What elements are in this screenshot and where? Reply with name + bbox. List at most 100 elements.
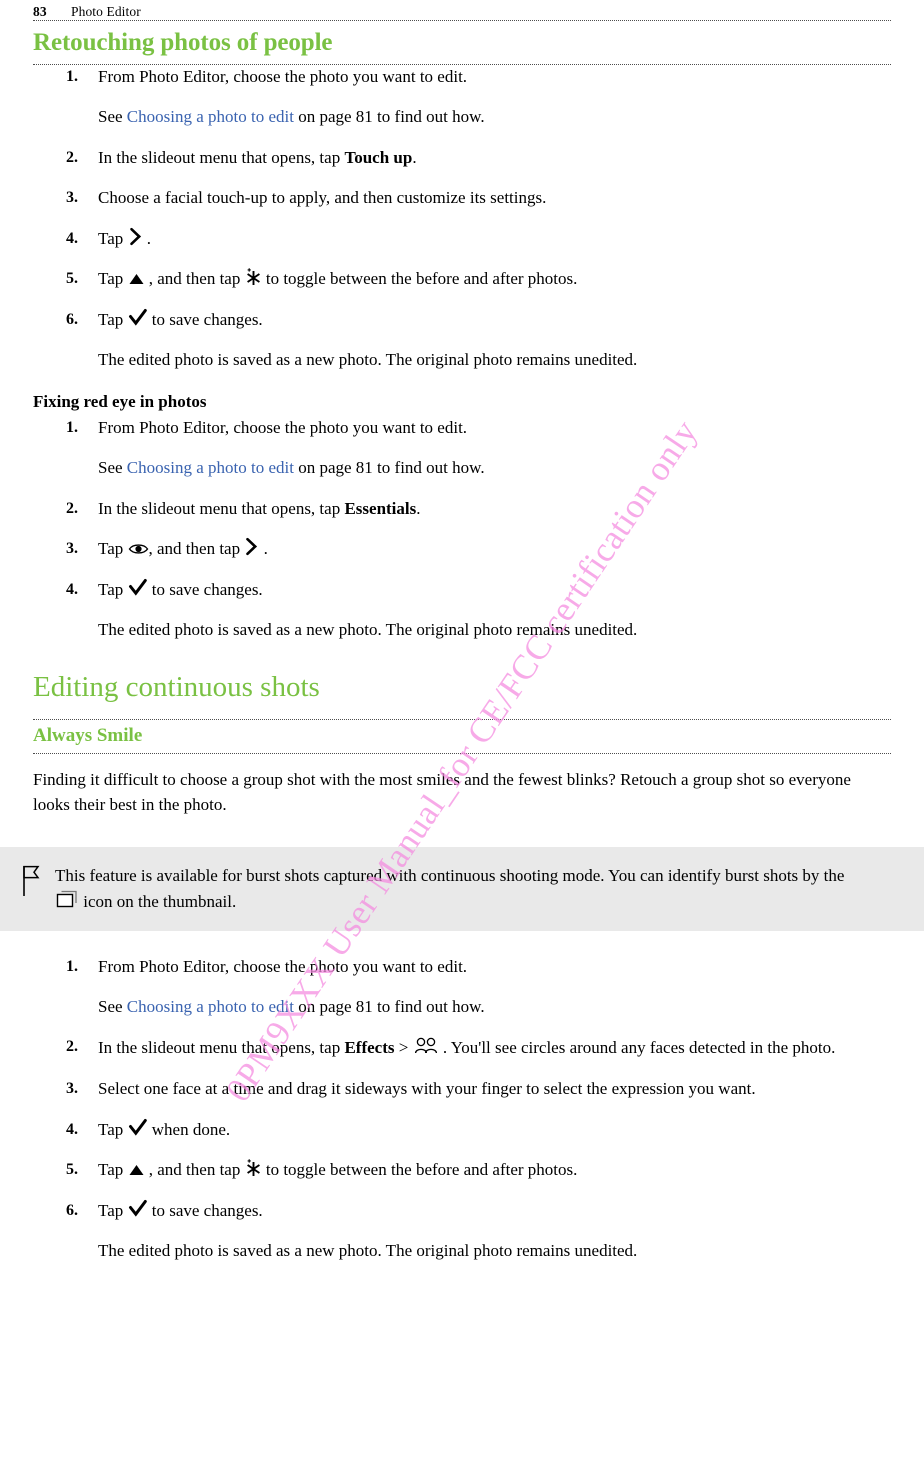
step-text: Choose a facial touch-up to apply, and t… [98, 188, 547, 208]
step-number: 4. [66, 229, 78, 247]
link-choosing-a-photo-to-edit[interactable]: Choosing a photo to edit [127, 458, 294, 477]
substep-suffix: on page 81 to find out how. [293, 996, 485, 1016]
list-item: 1. From Photo Editor, choose the photo y… [66, 65, 891, 129]
step-text: Tap [98, 539, 128, 559]
burst-shot-icon [55, 889, 79, 909]
page-number: 83 [33, 4, 47, 19]
list-item: 2. In the slideout menu that opens, tap … [66, 1035, 891, 1061]
page-content-lower: 1. From Photo Editor, choose the photo y… [0, 931, 924, 1263]
step-substep: The edited photo is saved as a new photo… [98, 1240, 638, 1260]
step-number: 4. [66, 580, 78, 598]
step-text: Select one face at a time and drag it si… [98, 1079, 756, 1099]
step-number: 2. [66, 148, 78, 166]
ui-label-effects: Effects [344, 1038, 395, 1058]
step-text-suffix: . [412, 147, 417, 167]
step-text-suffix: . [142, 228, 151, 248]
list-item: 6. Tap to save changes. The edited photo… [66, 1199, 891, 1263]
flag-icon [22, 865, 42, 902]
step-number: 3. [66, 1080, 78, 1098]
step-text: Tap [98, 1201, 128, 1221]
triangle-up-icon [128, 272, 145, 286]
step-text-suffix: . [416, 498, 421, 518]
substep-prefix: See [98, 996, 127, 1016]
step-substep: See Choosing a photo to edit on page 81 … [98, 980, 891, 1020]
step-number: 1. [66, 68, 78, 86]
list-item: 5. Tap , and then tap to toggle between … [66, 267, 891, 292]
note-callout-box: This feature is available for burst shot… [0, 846, 924, 932]
step-text: Tap [98, 1119, 128, 1139]
list-item: 4. Tap when done. [66, 1118, 891, 1143]
list-item: 5. Tap , and then tap to toggle between … [66, 1158, 891, 1183]
step-text: Tap [98, 579, 128, 599]
step-number: 3. [66, 540, 78, 558]
check-icon [128, 308, 148, 327]
step-number: 3. [66, 189, 78, 207]
step-text-mid: , and then tap [144, 1160, 245, 1180]
page-header: 83 Photo Editor [0, 0, 924, 20]
redeye-steps-list: 1. From Photo Editor, choose the photo y… [33, 416, 891, 642]
step-text: From Photo Editor, choose the photo you … [98, 957, 468, 977]
retouching-steps-list: 1. From Photo Editor, choose the photo y… [33, 65, 891, 372]
sparkle-icon [245, 267, 262, 286]
step-text: From Photo Editor, choose the photo you … [98, 67, 468, 87]
substep-suffix: on page 81 to find out how. [293, 106, 485, 126]
step-text-suffix: to save changes. [147, 310, 263, 330]
sparkle-icon [245, 1158, 262, 1177]
eye-icon [128, 542, 149, 556]
list-item: 2. In the slideout menu that opens, tap … [66, 497, 891, 522]
list-item: 6. Tap to save changes. The edited photo… [66, 308, 891, 372]
step-text: From Photo Editor, choose the photo you … [98, 418, 468, 438]
list-item: 3. Choose a facial touch-up to apply, an… [66, 186, 891, 211]
step-substep: The edited photo is saved as a new photo… [98, 619, 638, 639]
heading-retouching-photos: Retouching photos of people [33, 29, 333, 56]
step-text: Tap [98, 1160, 128, 1180]
step-text-mid: , and then tap [144, 269, 245, 289]
step-text-mid: > [394, 1038, 413, 1058]
step-text-suffix: . You'll see circles around any faces de… [438, 1038, 836, 1058]
substep-prefix: See [98, 458, 127, 478]
substep-suffix: on page 81 to find out how. [293, 458, 485, 478]
always-smile-steps-list: 1. From Photo Editor, choose the photo y… [33, 931, 891, 1263]
step-substep: See Choosing a photo to edit on page 81 … [98, 90, 891, 130]
link-choosing-a-photo-to-edit[interactable]: Choosing a photo to edit [127, 997, 294, 1016]
substep-prefix: See [98, 106, 127, 126]
check-icon [128, 1199, 148, 1218]
step-number: 2. [66, 1038, 78, 1056]
check-icon [128, 1118, 148, 1137]
step-text: In the slideout menu that opens, tap [98, 498, 345, 518]
step-text: Tap [98, 310, 128, 330]
faces-icon [413, 1035, 439, 1055]
chevron-right-icon [128, 227, 143, 246]
step-text-suffix: to toggle between the before and after p… [261, 269, 578, 289]
ui-label-touch-up: Touch up [344, 147, 413, 167]
note-text-suffix: icon on the thumbnail. [79, 891, 237, 911]
triangle-up-icon [128, 1163, 145, 1177]
step-number: 6. [66, 1202, 78, 1220]
list-item: 4. Tap . [66, 227, 891, 252]
step-number: 1. [66, 958, 78, 976]
link-choosing-a-photo-to-edit[interactable]: Choosing a photo to edit [127, 107, 294, 126]
step-number: 5. [66, 270, 78, 288]
list-item: 2. In the slideout menu that opens, tap … [66, 146, 891, 171]
step-number: 1. [66, 419, 78, 437]
note-text-prefix: This feature is available for burst shot… [55, 865, 845, 885]
note-text: This feature is available for burst shot… [55, 863, 864, 916]
step-text: Tap [98, 228, 128, 248]
heading-always-smile: Always Smile [33, 724, 143, 746]
step-text-suffix: to save changes. [147, 579, 263, 599]
list-item: 3. Tap , and then tap . [66, 537, 891, 562]
chevron-right-icon [244, 537, 259, 556]
step-substep: See Choosing a photo to edit on page 81 … [98, 441, 891, 481]
step-text-suffix: when done. [147, 1119, 231, 1139]
intro-paragraph-always-smile: Finding it difficult to choose a group s… [33, 769, 851, 814]
step-number: 4. [66, 1120, 78, 1138]
step-text-mid: , and then tap [148, 539, 245, 559]
step-text-suffix: to toggle between the before and after p… [261, 1160, 578, 1180]
step-number: 6. [66, 311, 78, 329]
list-item: 3. Select one face at a time and drag it… [66, 1077, 891, 1102]
check-icon [128, 578, 148, 597]
list-item: 4. Tap to save changes. The edited photo… [66, 578, 891, 642]
list-item: 1. From Photo Editor, choose the photo y… [66, 416, 891, 480]
ui-label-essentials: Essentials [344, 498, 417, 518]
page-content: Retouching photos of people 1. From Phot… [0, 20, 924, 818]
